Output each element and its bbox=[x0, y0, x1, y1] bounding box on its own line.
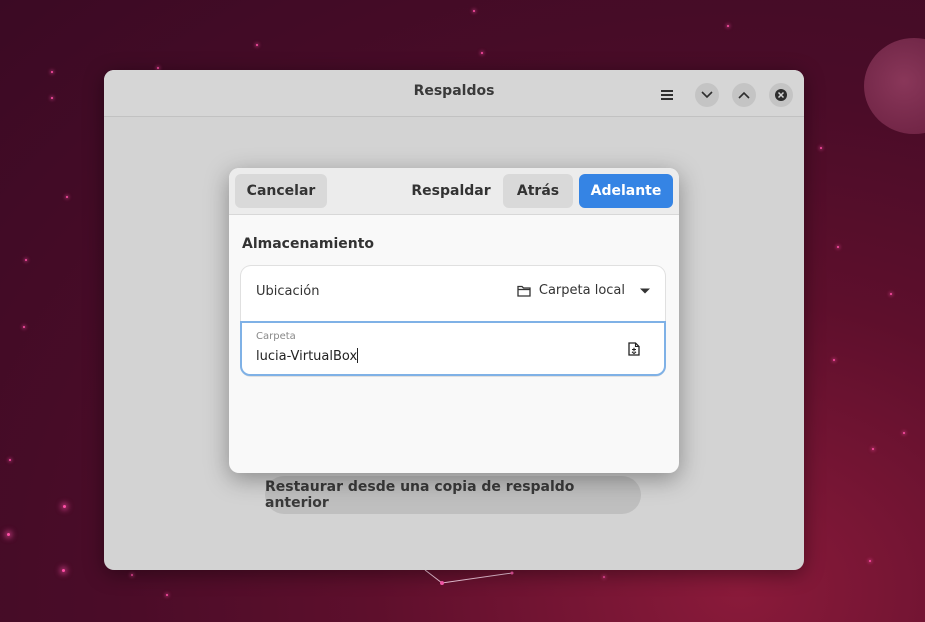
star bbox=[157, 67, 159, 69]
star bbox=[481, 52, 483, 54]
moon-decoration bbox=[864, 38, 925, 134]
choose-folder-icon[interactable] bbox=[628, 341, 640, 360]
star bbox=[890, 293, 892, 295]
storage-dialog: Cancelar Respaldar Atrás Adelante Almace… bbox=[229, 168, 679, 473]
star bbox=[869, 560, 871, 562]
folder-icon bbox=[517, 285, 531, 297]
close-icon[interactable] bbox=[769, 83, 793, 107]
star bbox=[833, 359, 835, 361]
star bbox=[820, 147, 822, 149]
star bbox=[63, 505, 66, 508]
star bbox=[51, 71, 53, 73]
forward-button[interactable]: Adelante bbox=[579, 174, 673, 208]
location-row[interactable]: Ubicación Carpeta local bbox=[241, 266, 665, 322]
star bbox=[62, 569, 65, 572]
folder-input-value: lucia-VirtualBox bbox=[256, 349, 358, 364]
back-button[interactable]: Atrás bbox=[503, 174, 573, 208]
dialog-header: Cancelar Respaldar Atrás Adelante bbox=[229, 168, 679, 215]
star bbox=[7, 533, 10, 536]
section-title-storage: Almacenamiento bbox=[242, 236, 375, 252]
star bbox=[23, 326, 25, 328]
star bbox=[903, 432, 905, 434]
star bbox=[872, 448, 874, 450]
star bbox=[51, 97, 53, 99]
restore-from-backup-button[interactable]: Restaurar desde una copia de respaldo an… bbox=[265, 476, 641, 514]
star bbox=[256, 44, 258, 46]
folder-entry[interactable]: Carpeta lucia-VirtualBox bbox=[240, 321, 666, 376]
star bbox=[66, 196, 68, 198]
star bbox=[727, 25, 729, 27]
star bbox=[9, 459, 11, 461]
window-titlebar: Respaldos bbox=[104, 70, 804, 117]
folder-caption: Carpeta bbox=[256, 331, 296, 342]
location-dropdown[interactable]: Carpeta local bbox=[517, 283, 651, 298]
star bbox=[25, 259, 27, 261]
star bbox=[603, 576, 605, 578]
text-cursor bbox=[357, 348, 359, 363]
chevron-up-icon[interactable] bbox=[732, 83, 756, 107]
location-label: Ubicación bbox=[256, 284, 320, 299]
hamburger-menu-icon[interactable] bbox=[655, 83, 679, 107]
location-value: Carpeta local bbox=[538, 283, 625, 298]
star bbox=[131, 574, 133, 576]
cancel-button[interactable]: Cancelar bbox=[235, 174, 327, 208]
folder-input[interactable]: lucia-VirtualBox bbox=[256, 348, 359, 364]
star bbox=[837, 246, 839, 248]
star bbox=[473, 10, 475, 12]
storage-settings-card: Ubicación Carpeta local Carpeta lucia-Vi… bbox=[240, 266, 666, 376]
dropdown-arrow-icon bbox=[640, 288, 650, 293]
chevron-down-icon[interactable] bbox=[695, 83, 719, 107]
backup-button[interactable]: Respaldar bbox=[411, 174, 491, 208]
star bbox=[166, 594, 168, 596]
